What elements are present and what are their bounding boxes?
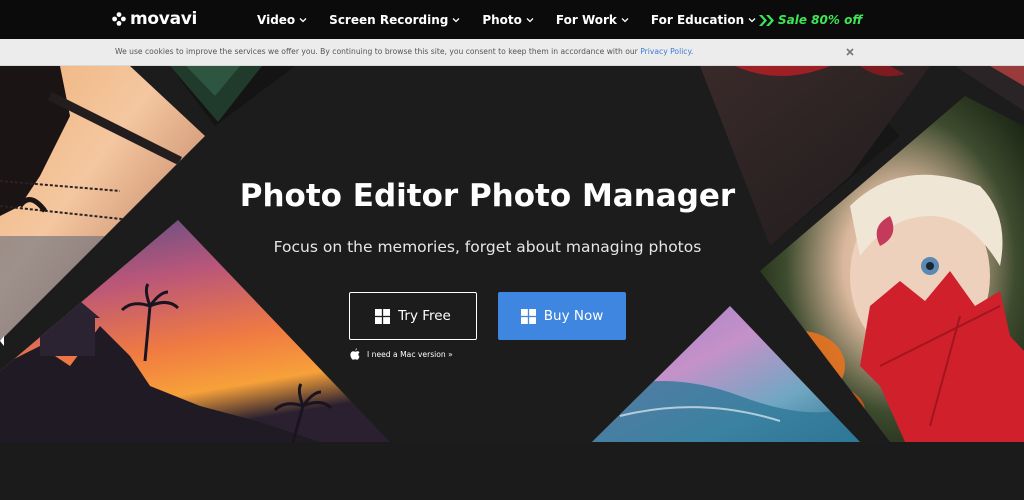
mac-version-link[interactable]: I need a Mac version »: [350, 347, 453, 361]
hero-title: Photo Editor Photo Manager: [239, 178, 736, 214]
movavi-logo-icon: [112, 12, 126, 26]
cookie-message: We use cookies to improve the services w…: [115, 47, 693, 56]
chevron-down-icon: [748, 17, 756, 22]
chevron-down-icon: [299, 17, 307, 22]
hero-section: Photo Editor Photo Manager Focus on the …: [0, 66, 1024, 442]
nav-item-label: Photo: [482, 12, 522, 27]
top-navigation: movavi Video Screen Recording Photo For …: [0, 0, 1024, 39]
chevron-down-icon: [621, 17, 629, 22]
buy-now-label: Buy Now: [543, 308, 604, 324]
nav-item-screen-recording[interactable]: Screen Recording: [329, 13, 460, 27]
nav-item-photo[interactable]: Photo: [482, 13, 534, 27]
cookie-text: We use cookies to improve the services w…: [115, 47, 641, 56]
nav-item-label: Video: [257, 12, 296, 27]
nav-item-for-work[interactable]: For Work: [556, 13, 629, 27]
chevron-down-icon: [452, 17, 460, 22]
chevron-down-icon: [526, 17, 534, 22]
cookie-close-button[interactable]: [843, 45, 857, 59]
windows-icon: [375, 308, 391, 324]
buy-now-button[interactable]: Buy Now: [498, 292, 626, 340]
carousel-prev-icon[interactable]: [0, 336, 4, 346]
privacy-policy-link[interactable]: Privacy Policy: [640, 47, 691, 56]
logo-text: movavi: [130, 9, 198, 29]
sale-link[interactable]: Sale 80% off: [759, 12, 862, 28]
nav-item-label: Screen Recording: [329, 12, 449, 27]
bottom-strip: [0, 442, 1024, 500]
sale-label: Sale 80% off: [778, 13, 863, 27]
windows-icon: [520, 308, 536, 324]
try-free-button[interactable]: Try Free: [349, 292, 477, 340]
apple-icon: [350, 348, 360, 360]
nav-item-video[interactable]: Video: [257, 13, 307, 27]
nav-item-label: For Work: [555, 12, 617, 27]
nav-item-for-education[interactable]: For Education: [651, 13, 756, 27]
hero-subtitle: Focus on the memories, forget about mana…: [273, 238, 702, 256]
mac-version-label: I need a Mac version »: [367, 349, 453, 359]
movavi-logo[interactable]: movavi: [112, 9, 197, 29]
cookie-trailing: .: [690, 47, 694, 56]
main-menu: Video Screen Recording Photo For Work Fo…: [257, 0, 778, 39]
close-icon: [846, 48, 854, 56]
double-arrow-icon: [759, 14, 774, 26]
nav-item-label: For Education: [650, 12, 745, 27]
try-free-label: Try Free: [398, 308, 451, 324]
cookie-banner: We use cookies to improve the services w…: [0, 39, 1024, 66]
